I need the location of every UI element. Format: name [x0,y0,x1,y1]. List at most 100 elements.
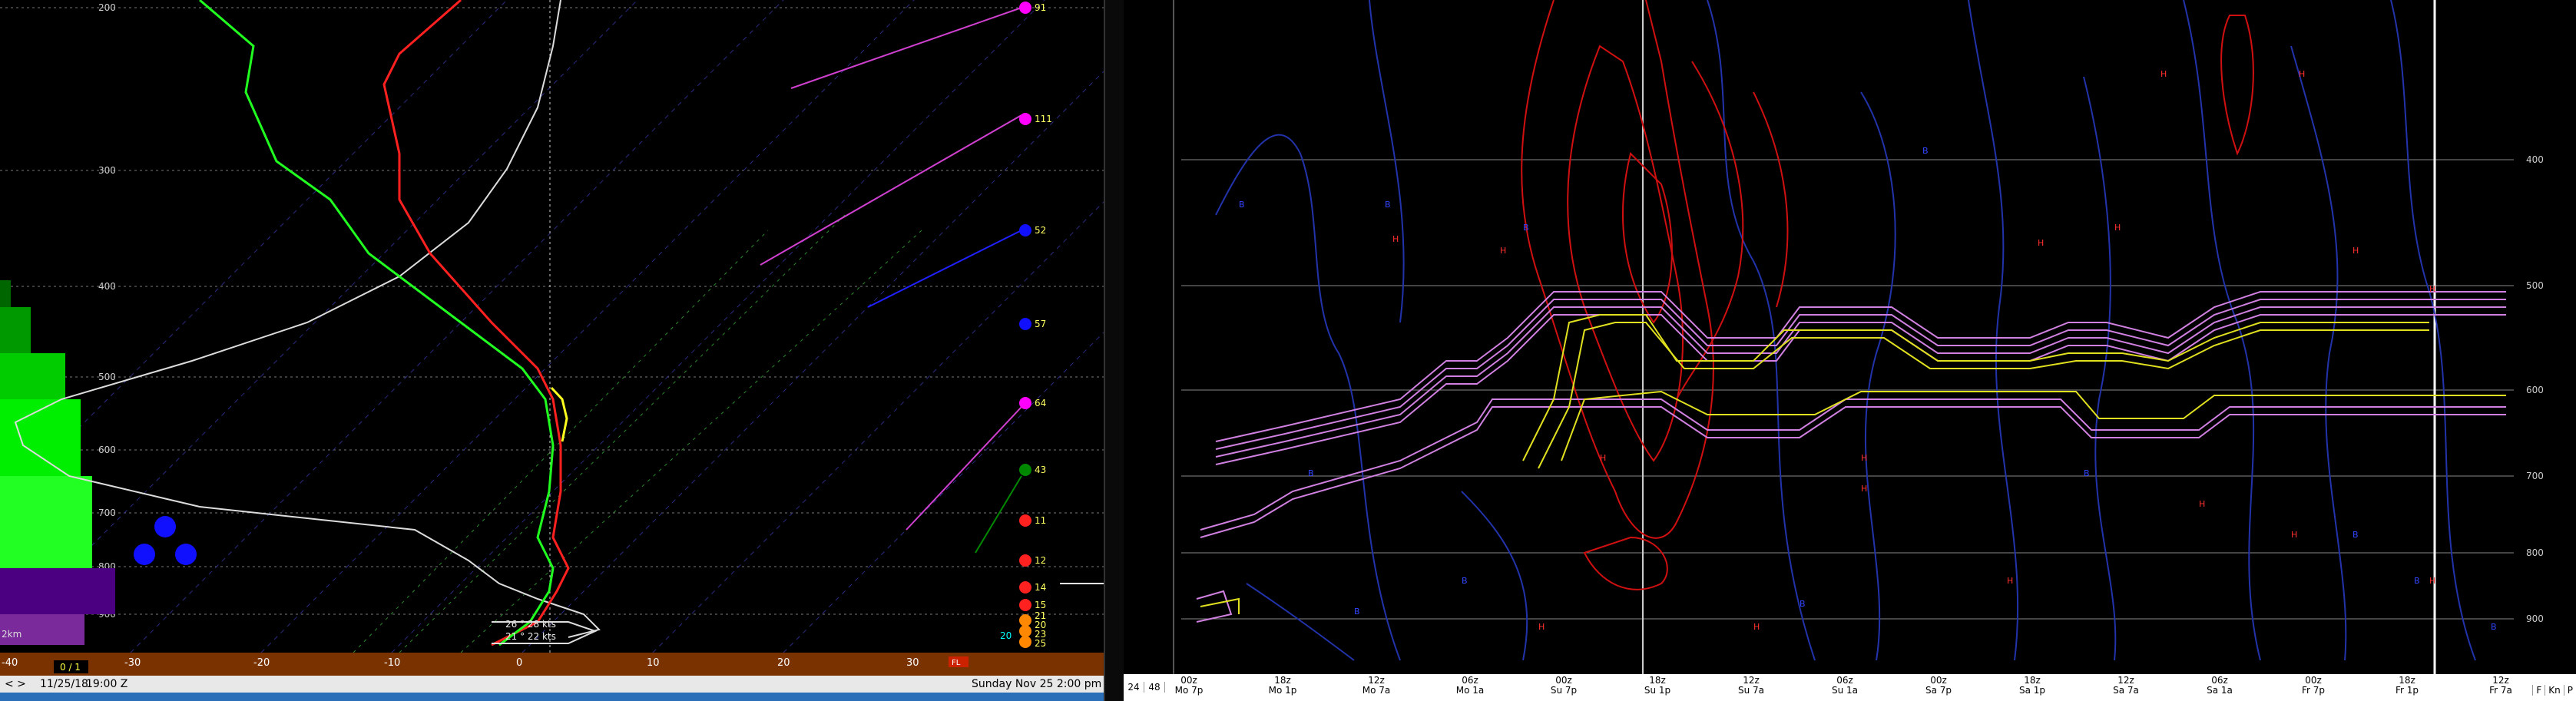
wind-barbs [760,7,1104,584]
zoom-24-button[interactable]: 24 [1124,682,1144,693]
svg-text:43: 43 [1035,465,1046,475]
svg-text:-20: -20 [253,657,270,669]
pressure-labels: 200 300 400 500 600 700 800 900 [98,2,116,620]
zoom-buttons: 24 48 [1124,682,1165,693]
axis-box-label: 0 / 1 [60,662,81,673]
time-tick: 00z Fr 7p [2301,675,2326,696]
svg-text:H: H [2299,69,2305,79]
svg-text:B: B [1354,607,1360,617]
temperature-axis: -40 -30 -20 -10 0 10 20 30 0 / 1 FL [0,653,1104,676]
pink-isotherms [1196,291,2506,623]
valid-time-label: Sunday Nov 25 2:00 pm [972,678,1102,690]
time-tick: 12z Su 7a [1737,675,1765,696]
svg-text:15: 15 [1035,600,1046,610]
svg-text:B: B [2353,530,2359,540]
time-tick: 12z Mo 7a [1362,675,1391,696]
svg-text:57: 57 [1035,319,1046,329]
panel-divider[interactable] [1104,0,1125,701]
red-markers: H H H H H H H H H H H H H H H H H [1392,69,2435,632]
svg-text:600: 600 [98,445,116,455]
pressure-labels: 400 500 600 700 800 900 [2526,154,2544,624]
svg-text:H: H [1538,622,1545,632]
svg-text:900: 900 [2526,613,2544,624]
corner-buttons: F Kn P [2532,685,2576,696]
svg-text:400: 400 [98,281,116,292]
time-tick: 18z Su 1p [1644,675,1671,696]
svg-text:300: 300 [98,165,116,176]
status-bar: < > 11/25/18 19:00 Z Sunday Nov 25 2:00 … [0,676,1104,693]
svg-text:12: 12 [1035,555,1046,566]
svg-text:B: B [1308,468,1314,478]
time-axis: 24 48 00z Mo 7p 18z Mo 1p 12z Mo 7a 06z Mo 1a… [1124,674,2576,701]
svg-text:500: 500 [98,372,116,382]
time-tick: 06z Mo 1a [1455,675,1485,696]
svg-text:B: B [1385,200,1391,210]
time-tick: 18z Fr 1p [2395,675,2419,696]
svg-text:H: H [1861,484,1867,494]
svg-text:H: H [1753,622,1760,632]
svg-text:H: H [2160,69,2167,79]
svg-text:200: 200 [98,2,116,13]
svg-text:21 ° 22 kts: 21 ° 22 kts [505,631,556,642]
svg-text:H: H [2353,246,2359,256]
svg-text:700: 700 [98,508,116,518]
cloud-bars [0,280,115,645]
time-label: 19:00 Z [86,678,128,690]
time-tick: 12z Fr 7a [2489,675,2512,696]
svg-text:B: B [1523,223,1529,233]
kn-button[interactable]: Kn [2545,685,2563,696]
svg-text:11: 11 [1035,515,1046,526]
f-button[interactable]: F [2532,685,2545,696]
svg-text:B: B [1239,200,1245,210]
svg-text:H: H [2429,576,2435,586]
height-marker: 2km [2,629,22,640]
zoom-48-button[interactable]: 48 [1144,682,1165,693]
svg-text:91: 91 [1035,2,1046,13]
time-height-panel[interactable]: 400 500 600 700 800 900 H H H H H H H H … [1124,0,2576,676]
svg-text:H: H [2114,223,2121,233]
svg-text:25: 25 [1035,638,1046,649]
time-tick: 00z Sa 7p [1925,675,1952,696]
svg-text:26 ° 28 kts: 26 ° 28 kts [505,619,556,630]
svg-text:H: H [2291,530,2297,540]
p-button[interactable]: P [2563,685,2576,696]
isotherm-lines [0,0,1104,653]
flag-label: FL [952,659,961,667]
pressure-grid [1181,159,2514,620]
time-tick: 12z Sa 7a [2113,675,2139,696]
svg-text:-10: -10 [384,657,400,669]
time-tick: 18z Mo 1p [1268,675,1297,696]
svg-text:H: H [1500,246,1506,256]
time-tick: 00z Mo 7p [1174,675,1204,696]
blue-markers: B B B B B B B B B B B B [1239,146,2497,632]
svg-text:B: B [2491,622,2497,632]
precip-dots [134,516,197,565]
svg-text:400: 400 [2526,154,2544,165]
svg-text:500: 500 [2526,280,2544,291]
svg-text:64: 64 [1035,398,1046,408]
svg-text:H: H [2007,576,2013,586]
temperature-contours [1521,0,2254,590]
svg-text:0: 0 [516,657,522,669]
svg-text:H: H [1861,453,1867,463]
svg-text:H: H [2038,238,2044,248]
skewt-panel[interactable]: 200 300 400 500 600 700 800 900 [0,0,1104,659]
svg-text:B: B [1922,146,1929,156]
svg-text:111: 111 [1035,114,1052,124]
svg-text:700: 700 [2526,471,2544,481]
svg-text:H: H [2199,499,2205,509]
svg-text:14: 14 [1035,582,1046,593]
svg-text:52: 52 [1035,225,1046,236]
time-tick: 06z Sa 1a [2207,675,2233,696]
svg-text:H: H [1600,453,1606,463]
svg-text:-40: -40 [2,657,18,669]
nav-arrows[interactable]: < > [5,678,26,690]
svg-text:800: 800 [2526,547,2544,558]
svg-text:B: B [1462,576,1468,586]
date-label: 11/25/18 [40,678,88,690]
svg-text:600: 600 [2526,385,2544,395]
parcel-trace [14,0,601,638]
taskbar-strip [0,693,1104,701]
svg-text:-30: -30 [124,657,141,669]
dewpoint-trace [199,0,555,646]
